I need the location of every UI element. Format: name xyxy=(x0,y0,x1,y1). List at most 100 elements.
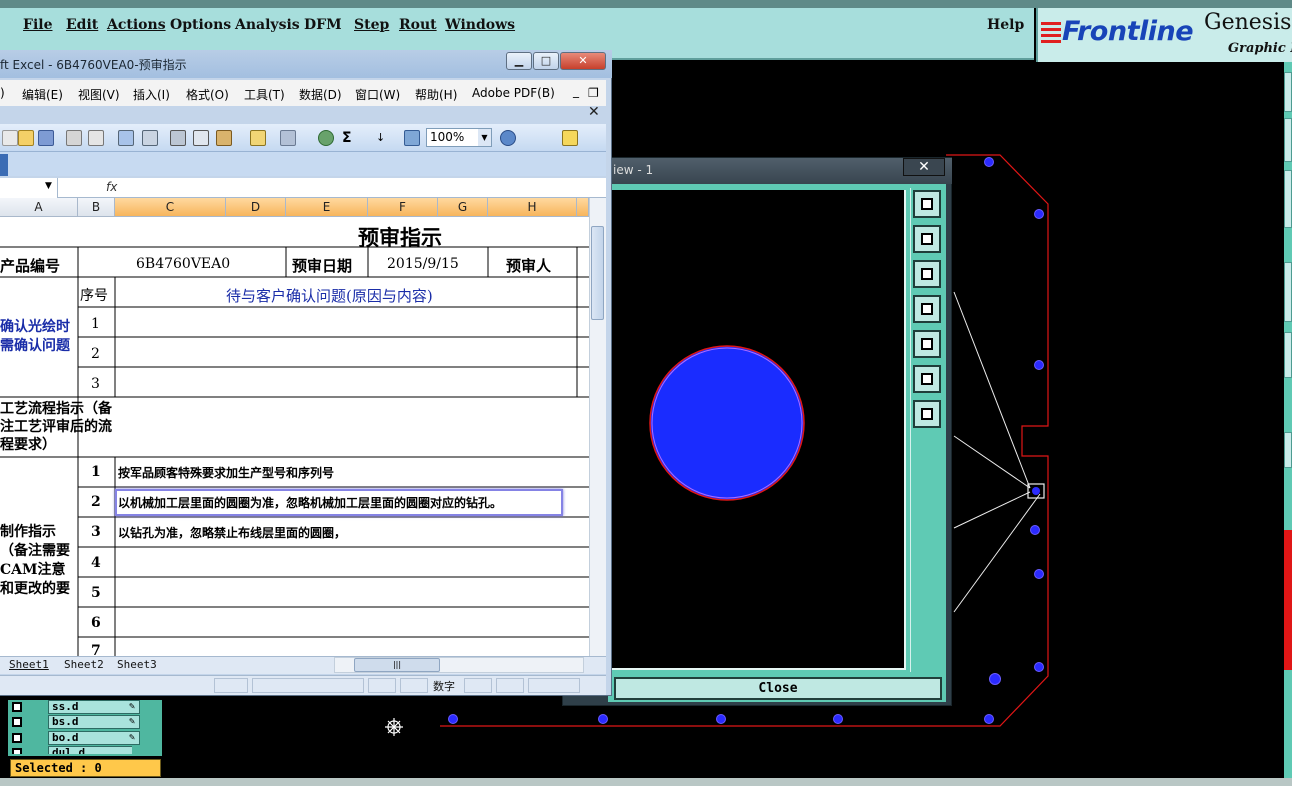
close-icon[interactable]: ✕ xyxy=(560,52,606,70)
zoom-fit-icon[interactable] xyxy=(913,365,941,393)
excel-menu-data[interactable]: 数据(D) xyxy=(299,86,342,103)
chevron-down-icon[interactable]: ▼ xyxy=(478,129,491,146)
layer-checkbox[interactable] xyxy=(12,748,22,754)
right-tool-button[interactable] xyxy=(1284,262,1292,322)
excel-menu-view[interactable]: 视图(V) xyxy=(78,86,120,103)
pad xyxy=(1030,525,1040,535)
spelling-icon[interactable] xyxy=(118,130,134,146)
cut-icon[interactable] xyxy=(170,130,186,146)
column-header-d[interactable]: D xyxy=(226,198,286,217)
namebox-dropdown-icon[interactable]: ▼ xyxy=(45,181,52,191)
item-1-text[interactable]: 按军品顾客特殊要求加生产型号和序列号 xyxy=(118,464,334,481)
right-tool-button[interactable] xyxy=(1284,432,1292,468)
column-header-f[interactable]: F xyxy=(368,198,438,217)
minimize-icon[interactable]: ▁ xyxy=(506,52,532,70)
menu-file[interactable]: File xyxy=(23,17,52,33)
zoom-window-icon[interactable] xyxy=(913,190,941,218)
doc-restore-icon[interactable]: ❐ xyxy=(588,86,599,100)
pan-right-icon[interactable] xyxy=(913,330,941,358)
view-window-close-icon[interactable]: ✕ xyxy=(903,158,945,176)
menu-actions[interactable]: Actions xyxy=(107,17,166,33)
column-header-h[interactable]: H xyxy=(488,198,577,217)
excel-menu-help[interactable]: 帮助(H) xyxy=(415,86,457,103)
sheet-tab-3[interactable]: Sheet3 xyxy=(117,658,157,671)
item-3-text[interactable]: 以钻孔为准，忽略禁止布线层里面的圆圈， xyxy=(118,524,346,541)
formula-bar[interactable] xyxy=(0,178,606,198)
layer-row[interactable]: ss.d ✎ xyxy=(10,700,140,714)
menu-options[interactable]: Options xyxy=(170,17,231,33)
format-painter-icon[interactable] xyxy=(250,130,266,146)
horizontal-scroll-thumb[interactable]: ||| xyxy=(354,658,440,672)
menu-help[interactable]: Help xyxy=(987,17,1024,33)
pen-icon: ✎ xyxy=(128,732,135,743)
right-tool-button[interactable] xyxy=(1284,72,1292,112)
excel-menu-window[interactable]: 窗口(W) xyxy=(355,86,400,103)
excel-menu-adobe[interactable]: Adobe PDF(B) xyxy=(472,86,555,100)
product-no-value: 6B4760VEA0 xyxy=(136,256,231,272)
layer-row[interactable]: bo.d ✎ xyxy=(10,731,140,745)
menu-windows[interactable]: Windows xyxy=(445,17,515,33)
save-icon[interactable] xyxy=(38,130,54,146)
pan-up-icon[interactable] xyxy=(913,225,941,253)
sheet-tab-2[interactable]: Sheet2 xyxy=(64,658,104,671)
hyperlink-icon[interactable] xyxy=(318,130,334,146)
vertical-scroll-thumb[interactable] xyxy=(591,226,604,320)
column-header-g[interactable]: G xyxy=(438,198,488,217)
excel-menu-format[interactable]: 格式(O) xyxy=(186,86,229,103)
chart-wizard-icon[interactable] xyxy=(404,130,420,146)
menu-step[interactable]: Step xyxy=(354,17,389,33)
autosum-icon[interactable]: Σ xyxy=(342,130,358,146)
layer-checkbox[interactable] xyxy=(12,733,22,743)
pen-icon: ✎ xyxy=(128,716,135,727)
column-header-a[interactable]: A xyxy=(0,198,78,217)
layer-name[interactable]: dul.d xyxy=(48,746,132,754)
fill-color-icon[interactable] xyxy=(562,130,578,146)
pan-down-icon[interactable] xyxy=(913,260,941,288)
menu-dfm[interactable]: DFM xyxy=(304,17,342,33)
excel-menu-insert[interactable]: 插入(I) xyxy=(133,86,170,103)
paste-icon[interactable] xyxy=(216,130,232,146)
sheet-tab-1[interactable]: Sheet1 xyxy=(9,658,49,671)
help-icon[interactable] xyxy=(500,130,516,146)
layer-checkbox[interactable] xyxy=(12,717,22,727)
maximize-icon[interactable]: □ xyxy=(533,52,559,70)
menu-analysis[interactable]: Analysis xyxy=(235,17,300,33)
print-icon[interactable] xyxy=(66,130,82,146)
layer-name[interactable]: bo.d ✎ xyxy=(48,731,140,745)
right-tool-button[interactable] xyxy=(1284,118,1292,162)
research-icon[interactable] xyxy=(142,130,158,146)
num-lock-status: 数字 xyxy=(433,680,455,693)
layer-name[interactable]: bs.d ✎ xyxy=(48,715,140,729)
menu-rout[interactable]: Rout xyxy=(399,17,437,33)
undo-icon[interactable] xyxy=(280,130,296,146)
status-cell xyxy=(368,678,396,693)
seq-3: 3 xyxy=(91,376,100,392)
view-canvas[interactable] xyxy=(612,190,906,670)
print-preview-icon[interactable] xyxy=(88,130,104,146)
sort-icon[interactable]: ↓ xyxy=(376,130,392,146)
layer-checkbox[interactable] xyxy=(12,702,22,712)
layer-row[interactable]: dul.d xyxy=(10,746,132,754)
zoom-home-icon[interactable] xyxy=(913,400,941,428)
layer-name[interactable]: ss.d ✎ xyxy=(48,700,140,714)
column-header-b[interactable]: B xyxy=(78,198,115,217)
right-tool-button[interactable] xyxy=(1284,332,1292,378)
item-6-number: 6 xyxy=(91,615,101,631)
copy-icon[interactable] xyxy=(193,130,209,146)
pan-left-icon[interactable] xyxy=(913,295,941,323)
excel-menu-tools[interactable]: 工具(T) xyxy=(244,86,285,103)
menu-edit[interactable]: Edit xyxy=(66,17,98,33)
doc-minimize-icon[interactable]: _ xyxy=(573,84,579,98)
column-header-i[interactable] xyxy=(577,198,589,217)
column-header-c[interactable]: C xyxy=(115,198,226,217)
new-icon[interactable] xyxy=(2,130,18,146)
review-date-value: 2015/9/15 xyxy=(387,256,459,272)
right-tool-button[interactable] xyxy=(1284,170,1292,228)
excel-menu-edit[interactable]: 编辑(E) xyxy=(22,86,63,103)
column-header-e[interactable]: E xyxy=(286,198,368,217)
excel-menu-file[interactable]: ) xyxy=(0,86,5,100)
open-icon[interactable] xyxy=(18,130,34,146)
doc-close-icon[interactable]: ✕ xyxy=(588,104,600,120)
layer-row[interactable]: bs.d ✎ xyxy=(10,715,140,729)
view-close-button[interactable]: Close xyxy=(614,677,942,700)
